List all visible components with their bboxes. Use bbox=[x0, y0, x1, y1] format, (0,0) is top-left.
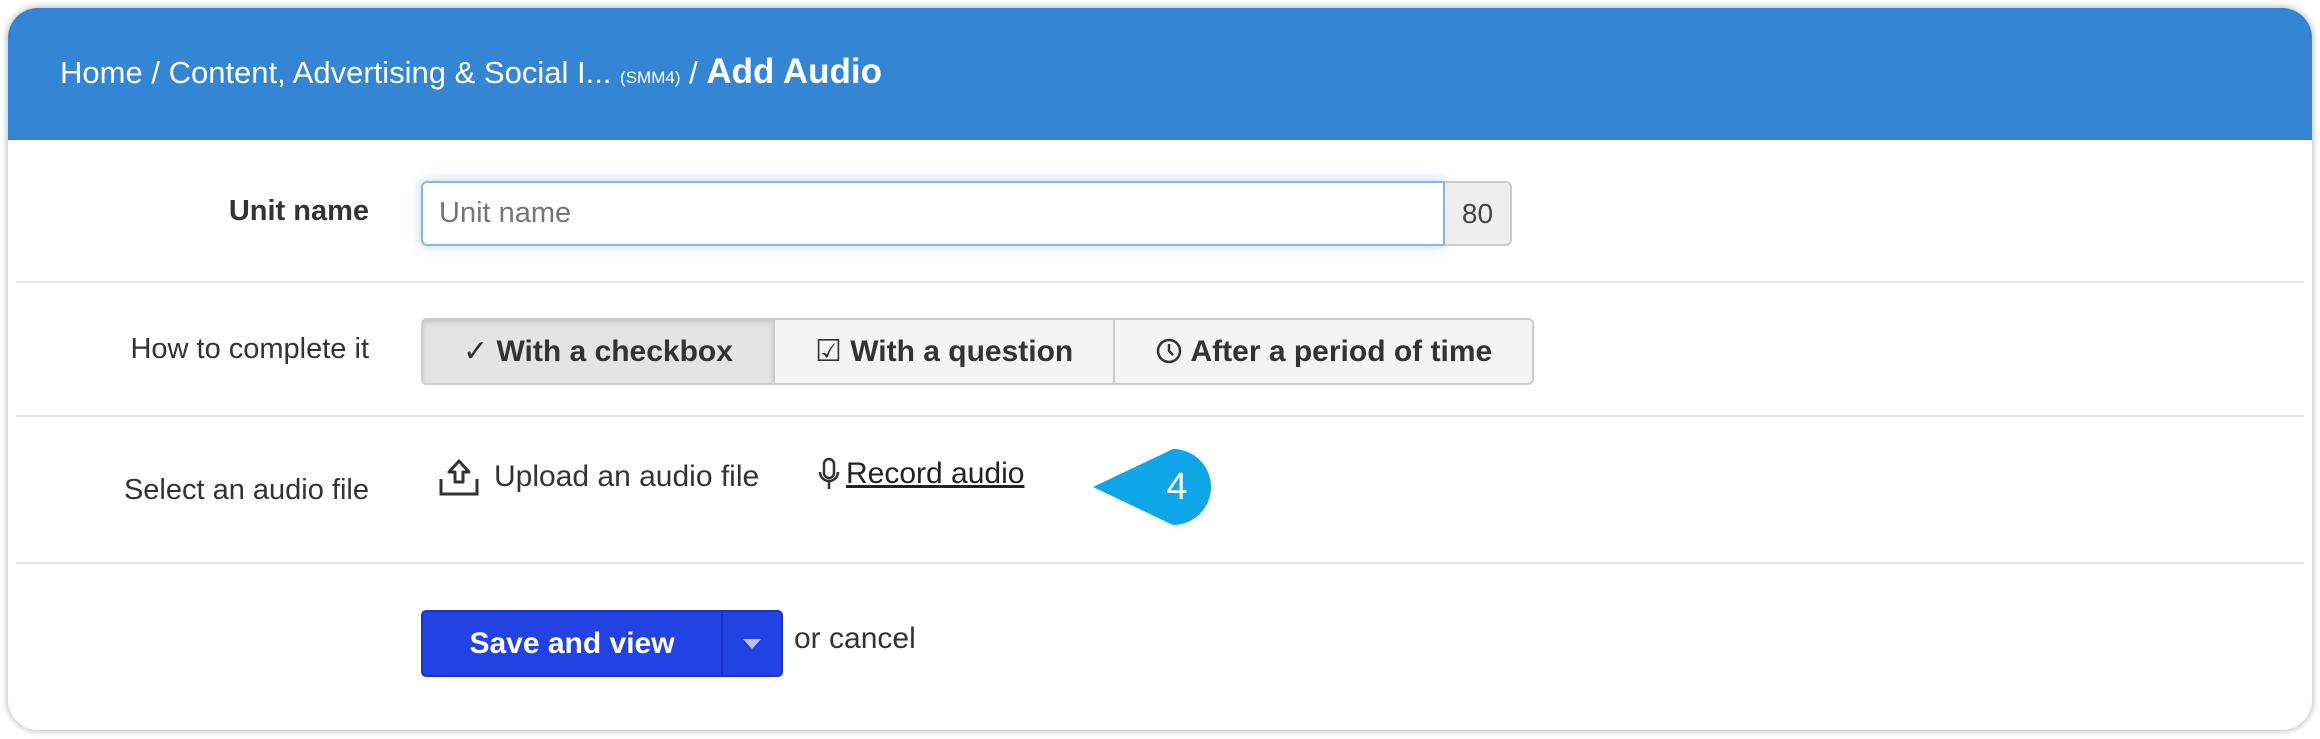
check-icon: ✓ bbox=[463, 335, 497, 368]
option-question[interactable]: ☑ With a question bbox=[774, 320, 1116, 383]
save-and-view-button[interactable]: Save and view bbox=[423, 612, 723, 675]
audio-row: Select an audio file Upload an audio fil… bbox=[16, 417, 2304, 564]
record-audio-link[interactable]: Record audio bbox=[818, 457, 1024, 491]
record-label: Record audio bbox=[846, 457, 1025, 490]
unit-name-input[interactable] bbox=[421, 181, 1445, 246]
step-badge: 4 bbox=[1093, 449, 1211, 525]
option-label: With a checkbox bbox=[496, 335, 733, 368]
microphone-icon bbox=[818, 457, 840, 489]
character-counter: 80 bbox=[1445, 181, 1512, 246]
upload-label: Upload an audio file bbox=[494, 460, 760, 493]
cancel-link[interactable]: or cancel bbox=[794, 622, 916, 656]
course-code: (SMM4) bbox=[620, 68, 681, 87]
option-label: With a question bbox=[850, 335, 1074, 368]
breadcrumb-separator: / bbox=[151, 55, 160, 90]
breadcrumb-course[interactable]: Content, Advertising & Social I... bbox=[169, 55, 612, 90]
actions-row: Save and view or cancel bbox=[16, 564, 2304, 730]
clock-icon bbox=[1155, 335, 1190, 368]
option-time[interactable]: After a period of time bbox=[1115, 320, 1533, 383]
page-title: Add Audio bbox=[706, 52, 882, 91]
unit-name-row: Unit name 80 bbox=[16, 140, 2304, 283]
upload-audio-button[interactable]: Upload an audio file bbox=[438, 457, 759, 497]
checkbox-icon: ☑ bbox=[814, 335, 851, 368]
add-audio-card: Home / Content, Advertising & Social I..… bbox=[8, 8, 2312, 730]
save-button-group: Save and view bbox=[421, 610, 783, 677]
completion-label: How to complete it bbox=[130, 333, 369, 365]
completion-options: ✓ With a checkbox ☑ With a question Afte… bbox=[421, 318, 1535, 385]
upload-icon bbox=[439, 459, 479, 496]
caret-down-icon bbox=[743, 638, 761, 649]
completion-row: How to complete it ✓ With a checkbox ☑ W… bbox=[16, 283, 2304, 417]
breadcrumb-home[interactable]: Home bbox=[60, 55, 143, 90]
option-label: After a period of time bbox=[1190, 335, 1493, 368]
option-checkbox[interactable]: ✓ With a checkbox bbox=[423, 320, 775, 383]
breadcrumb: Home / Content, Advertising & Social I..… bbox=[60, 52, 882, 92]
page-header: Home / Content, Advertising & Social I..… bbox=[8, 8, 2312, 140]
step-number: 4 bbox=[1166, 466, 1187, 508]
unit-name-label: Unit name bbox=[228, 195, 369, 227]
save-options-dropdown[interactable] bbox=[723, 612, 781, 675]
breadcrumb-separator: / bbox=[689, 55, 698, 90]
audio-label: Select an audio file bbox=[123, 474, 369, 506]
